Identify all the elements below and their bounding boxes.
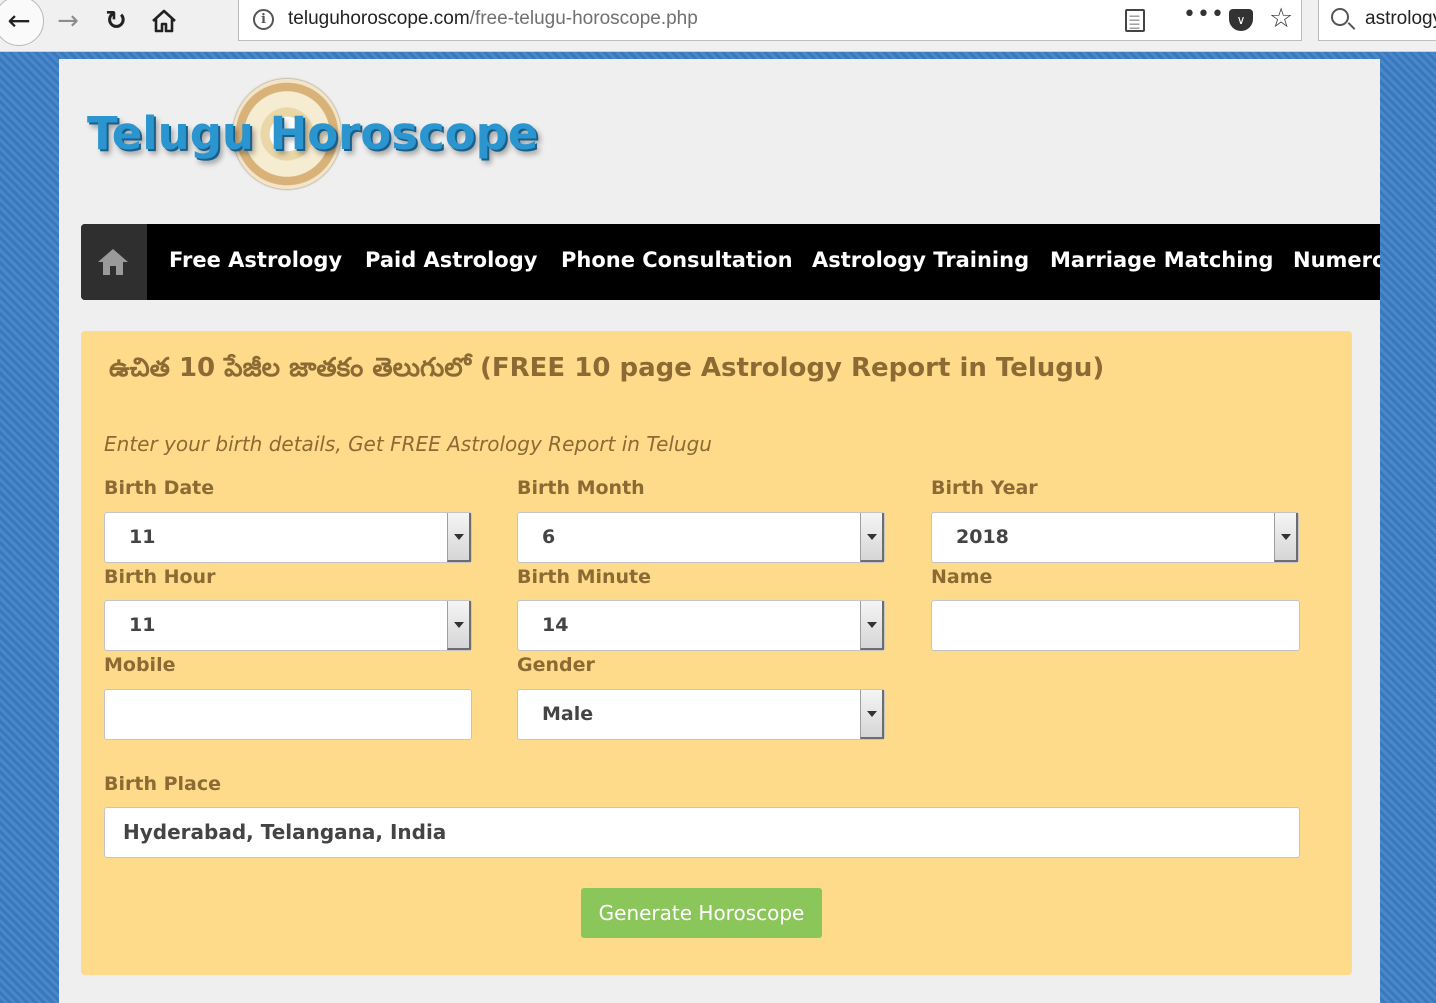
chevron-down-icon[interactable] bbox=[860, 601, 884, 650]
name-label: Name bbox=[931, 566, 993, 588]
birth-hour-select[interactable]: 11 bbox=[104, 600, 472, 651]
search-icon bbox=[1331, 8, 1349, 26]
birth-hour-label: Birth Hour bbox=[104, 566, 216, 588]
mobile-label: Mobile bbox=[104, 654, 176, 676]
birth-month-select[interactable]: 6 bbox=[517, 512, 885, 563]
url-domain: teluguhoroscope.com bbox=[288, 8, 470, 29]
nav-item-astrology-training[interactable]: Astrology Training bbox=[812, 248, 1029, 272]
reload-button[interactable]: ↻ bbox=[94, 0, 138, 42]
birth-place-label: Birth Place bbox=[104, 773, 221, 795]
birth-minute-label: Birth Minute bbox=[517, 566, 652, 588]
back-arrow-icon: ← bbox=[7, 4, 31, 37]
info-icon[interactable]: i bbox=[253, 9, 274, 30]
home-icon bbox=[98, 249, 128, 277]
url-path: /free-telugu-horoscope.php bbox=[469, 8, 698, 29]
browser-toolbar: ← → ↻ i teluguhoroscope.com/free-telugu-… bbox=[0, 0, 1436, 52]
nav-item-numerology[interactable]: Numerology bbox=[1293, 248, 1380, 272]
name-field[interactable] bbox=[931, 600, 1300, 651]
birth-place-field[interactable]: Hyderabad, Telangana, India bbox=[104, 807, 1300, 858]
birth-year-label: Birth Year bbox=[931, 477, 1038, 499]
forward-arrow-icon: → bbox=[57, 6, 79, 36]
home-icon bbox=[152, 9, 176, 33]
birth-year-value: 2018 bbox=[956, 526, 1009, 548]
gender-value: Male bbox=[542, 703, 594, 725]
nav-home-button[interactable] bbox=[81, 224, 147, 300]
birth-hour-value: 11 bbox=[129, 614, 156, 636]
gender-label: Gender bbox=[517, 654, 595, 676]
back-button[interactable]: ← bbox=[0, 0, 44, 46]
more-options-icon[interactable]: ••• bbox=[1183, 2, 1225, 27]
generate-horoscope-button[interactable]: Generate Horoscope bbox=[581, 888, 822, 938]
bookmark-star-icon[interactable]: ☆ bbox=[1269, 3, 1293, 34]
chevron-down-icon[interactable] bbox=[860, 513, 884, 562]
nav-item-paid-astrology[interactable]: Paid Astrology bbox=[365, 248, 537, 272]
birth-date-value: 11 bbox=[129, 526, 156, 548]
gender-select[interactable]: Male bbox=[517, 689, 885, 740]
form-subtitle: Enter your birth details, Get FREE Astro… bbox=[104, 432, 712, 456]
main-nav: Free Astrology Paid Astrology Phone Cons… bbox=[81, 224, 1380, 300]
logo-text: Telugu Horoscope bbox=[87, 107, 539, 160]
mobile-field[interactable] bbox=[104, 689, 472, 740]
birth-month-value: 6 bbox=[542, 526, 556, 548]
url-text: teluguhoroscope.com/free-telugu-horoscop… bbox=[288, 8, 698, 30]
search-input[interactable]: astrology bbox=[1365, 8, 1436, 30]
horoscope-form-panel: ఉచిత 10 పేజీల జాతకం తెలుగులో (FREE 10 pa… bbox=[81, 331, 1352, 975]
chevron-down-icon[interactable] bbox=[1274, 513, 1298, 562]
birth-month-label: Birth Month bbox=[517, 477, 645, 499]
birth-minute-select[interactable]: 14 bbox=[517, 600, 885, 651]
birth-minute-value: 14 bbox=[542, 614, 569, 636]
reload-icon: ↻ bbox=[105, 6, 127, 36]
nav-item-free-astrology[interactable]: Free Astrology bbox=[169, 248, 342, 272]
birth-date-label: Birth Date bbox=[104, 477, 215, 499]
form-title: ఉచిత 10 పేజీల జాతకం తెలుగులో (FREE 10 pa… bbox=[109, 353, 1105, 383]
page-container: Telugu Horoscope Free Astrology Paid Ast… bbox=[59, 59, 1380, 1003]
reader-view-icon[interactable]: — — — — bbox=[1125, 9, 1145, 32]
chevron-down-icon[interactable] bbox=[447, 601, 471, 650]
nav-item-marriage-matching[interactable]: Marriage Matching bbox=[1050, 248, 1273, 272]
chevron-down-icon[interactable] bbox=[447, 513, 471, 562]
url-bar[interactable]: i teluguhoroscope.com/free-telugu-horosc… bbox=[238, 0, 1302, 41]
home-button[interactable] bbox=[142, 0, 186, 42]
nav-item-phone-consultation[interactable]: Phone Consultation bbox=[561, 248, 793, 272]
chevron-down-icon[interactable] bbox=[860, 690, 884, 739]
forward-button[interactable]: → bbox=[46, 0, 90, 42]
birth-year-select[interactable]: 2018 bbox=[931, 512, 1299, 563]
site-logo[interactable]: Telugu Horoscope bbox=[83, 77, 538, 195]
search-bar[interactable]: astrology bbox=[1318, 0, 1436, 41]
pocket-icon[interactable]: ∨ bbox=[1229, 9, 1253, 31]
birth-date-select[interactable]: 11 bbox=[104, 512, 472, 563]
